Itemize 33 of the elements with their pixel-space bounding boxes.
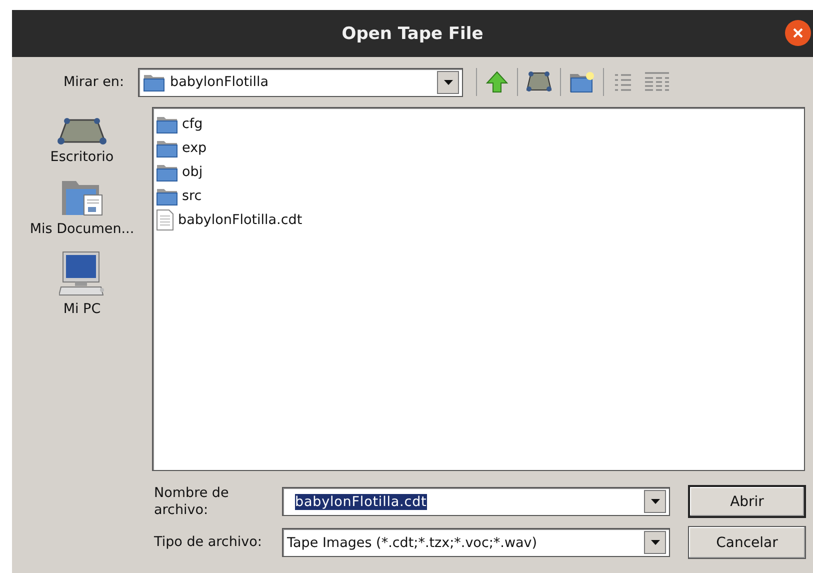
folder-item[interactable]: src	[182, 188, 202, 204]
window-title: Open Tape File	[342, 24, 484, 44]
close-button[interactable]	[785, 20, 811, 46]
sidebar-item[interactable]: Mi PC	[59, 251, 105, 317]
cancel-button[interactable]: Cancelar	[688, 526, 806, 559]
up-arrow-icon	[485, 70, 509, 94]
dropdown-arrow-icon	[650, 540, 660, 545]
computer-icon	[59, 251, 105, 297]
close-icon	[792, 27, 804, 39]
file-name-field[interactable]: babylonFlotilla.cdt	[282, 487, 670, 516]
dropdown-arrow-icon	[650, 499, 660, 504]
file-type-label: Tipo de archivo:	[154, 534, 263, 551]
dropdown-arrow-icon	[444, 80, 452, 84]
file-type-dropdown[interactable]: Tape Images (*.cdt;*.tzx;*.voc;*.wav)	[282, 528, 670, 557]
folder-item[interactable]: cfg	[182, 116, 203, 132]
open-button[interactable]: Abrir	[688, 485, 806, 518]
sidebar-item[interactable]: Escritorio	[50, 117, 114, 165]
folder-icon	[143, 72, 165, 92]
folder-item[interactable]: exp	[182, 140, 207, 156]
file-icon	[156, 208, 174, 230]
folder-item[interactable]: obj	[182, 164, 203, 180]
new-folder-button[interactable]	[567, 69, 597, 95]
look-in-label: Mirar en:	[62, 74, 125, 90]
desktop-icon	[526, 71, 552, 93]
documents-folder-icon	[60, 179, 104, 217]
look-in-value: babylonFlotilla	[170, 74, 269, 90]
desktop-icon	[57, 117, 107, 145]
look-in-dropdown[interactable]: babylonFlotilla	[138, 68, 463, 96]
detail-view-icon	[644, 71, 670, 93]
file-name-label: Nombre de archivo:	[154, 485, 230, 518]
file-item[interactable]: babylonFlotilla.cdt	[178, 212, 302, 228]
new-folder-icon	[569, 71, 595, 93]
sidebar-item[interactable]: Mis Documen...	[30, 179, 134, 237]
